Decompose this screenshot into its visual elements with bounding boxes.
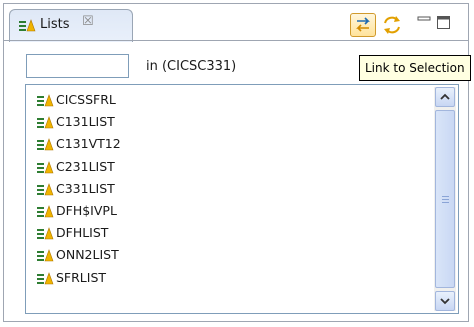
scroll-up-button[interactable] xyxy=(435,87,455,107)
view-tab-bar: Lists ☒ xyxy=(4,4,468,42)
list-item-label: ONN2LIST xyxy=(56,247,119,263)
link-to-selection-button[interactable] xyxy=(350,13,376,37)
list-icon xyxy=(37,249,54,262)
minimize-icon xyxy=(417,16,431,21)
list-item-label: C231LIST xyxy=(56,158,115,174)
list-icon xyxy=(37,94,54,107)
sync-icon xyxy=(384,16,400,34)
list-item[interactable]: C231LIST xyxy=(34,158,434,180)
tab-divider xyxy=(4,40,468,41)
maximize-icon xyxy=(437,16,450,29)
scroll-thumb[interactable] xyxy=(435,110,455,288)
link-to-selection-tooltip: Link to Selection xyxy=(359,55,471,81)
link-to-selection-icon xyxy=(356,17,370,32)
list-item-label: C131LIST xyxy=(56,114,115,130)
list-icon xyxy=(37,160,54,173)
close-icon[interactable]: ☒ xyxy=(82,14,94,29)
list-icon xyxy=(37,138,54,151)
tab-lists[interactable]: Lists ☒ xyxy=(9,9,133,42)
list-item-label: C331LIST xyxy=(56,180,115,196)
lists-table: CICSSFRL C131LIST C131VT12 C231LIST C331… xyxy=(25,84,459,314)
list-item[interactable]: DFH$IVPL xyxy=(34,202,434,224)
list-icon xyxy=(37,182,54,196)
chevron-down-icon xyxy=(440,298,450,305)
list-item[interactable]: DFHLIST xyxy=(34,224,434,246)
list-icon xyxy=(37,227,54,240)
list-item-label: DFH$IVPL xyxy=(56,202,117,218)
list-item[interactable]: CICSSFRL xyxy=(34,91,434,113)
list-icon xyxy=(19,19,36,32)
vertical-scrollbar[interactable] xyxy=(434,87,456,311)
list-item-label: CICSSFRL xyxy=(56,92,116,107)
grip-icon xyxy=(442,196,449,203)
chevron-up-icon xyxy=(440,93,450,100)
list-item[interactable]: C131VT12 xyxy=(34,135,434,157)
list-item-label: C131VT12 xyxy=(56,136,121,152)
filter-scope-label: in (CICSC331) xyxy=(146,59,237,74)
maximize-button[interactable] xyxy=(436,13,452,31)
list-item-label: DFHLIST xyxy=(56,225,109,241)
list-item[interactable]: ONN2LIST xyxy=(34,246,434,268)
lists-view: Lists ☒ in (CICSC331) Link to Selection … xyxy=(3,3,471,322)
frame: Lists ☒ in (CICSC331) Link to Selection … xyxy=(0,0,474,327)
scroll-down-button[interactable] xyxy=(435,291,455,311)
list-items: CICSSFRL C131LIST C131VT12 C231LIST C331… xyxy=(34,91,434,291)
minimize-button[interactable] xyxy=(417,13,431,31)
tab-label: Lists xyxy=(40,17,70,32)
list-icon xyxy=(37,205,54,218)
list-item-label: SFRLIST xyxy=(56,269,107,285)
list-item[interactable]: C131LIST xyxy=(34,113,434,135)
list-item[interactable]: SFRLIST xyxy=(34,269,434,291)
sync-button[interactable] xyxy=(380,14,404,36)
list-icon xyxy=(37,116,54,129)
list-item[interactable]: C331LIST xyxy=(34,180,434,202)
filter-input[interactable] xyxy=(26,54,129,78)
list-icon xyxy=(37,271,54,284)
